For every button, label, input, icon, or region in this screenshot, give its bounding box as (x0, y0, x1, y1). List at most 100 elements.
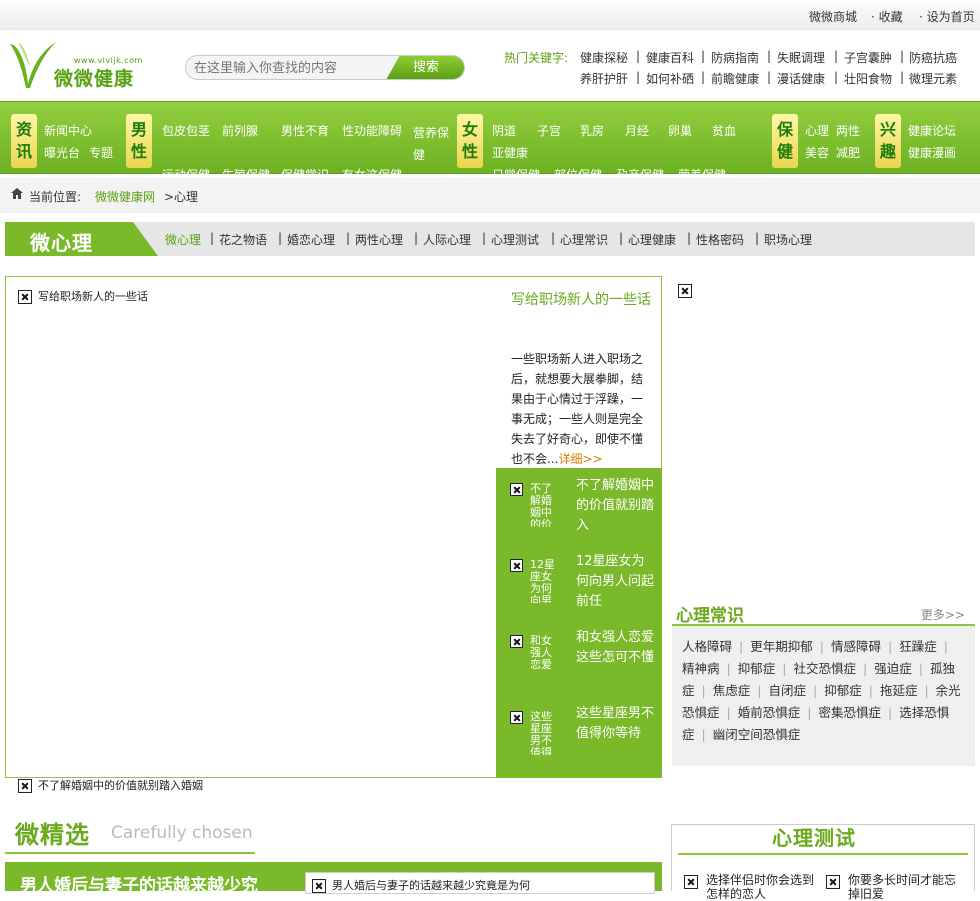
nav-link[interactable]: 生殖保健 (222, 166, 270, 175)
nav-link[interactable]: 孕产保健 (616, 166, 664, 175)
hot-keyword[interactable]: 子宫囊肿 (844, 49, 892, 66)
nav-category-interest[interactable]: 兴趣 (875, 114, 901, 168)
sub-nav-item[interactable]: 两性心理 (355, 231, 403, 248)
hot-keyword[interactable]: 健康百科 (646, 49, 694, 66)
nav-link[interactable]: 健康论坛 (908, 122, 956, 139)
nav-link[interactable]: 营养保健 (413, 122, 449, 166)
psych-tag[interactable]: 情感障碍 (831, 639, 881, 654)
nav-link[interactable]: 减肥 (836, 144, 860, 161)
nav-category-male[interactable]: 男性 (126, 114, 152, 168)
psych-tag[interactable]: 幽闭空间恐惧症 (713, 727, 801, 742)
list-item-thumbnail: 12星座女为何向男 (510, 559, 554, 603)
psych-test-item-text: 你要多长时间才能忘掉旧爱 (848, 873, 957, 901)
nav-link[interactable]: 心理 (805, 122, 829, 139)
psych-tag[interactable]: 婚前恐惧症 (738, 705, 801, 720)
nav-link[interactable]: 新闻中心 (44, 122, 92, 139)
psych-test-item-text: 选择伴侣时你会选到怎样的恋人 (706, 873, 815, 901)
nav-link[interactable]: 有女这保健 (342, 166, 402, 175)
hot-keyword[interactable]: 防病指南 (711, 49, 759, 66)
breadcrumb-site-link[interactable]: 微微健康网 (95, 188, 155, 205)
sub-nav-item[interactable]: 婚恋心理 (287, 231, 335, 248)
nav-link[interactable]: 曝光台 (44, 144, 80, 161)
list-item-title: 和女强人恋爱 这些怎可不懂 (576, 630, 655, 665)
feature-title[interactable]: 写给职场新人的一些话 (511, 290, 651, 311)
headline-title[interactable]: 男人婚后与妻子的话越来越少究 (20, 871, 258, 896)
nav-link[interactable]: 性功能障碍 (342, 122, 402, 139)
nav-category-health[interactable]: 保健 (772, 114, 798, 168)
psych-tag[interactable]: 更年期抑郁 (750, 639, 813, 654)
mall-link[interactable]: 微微商城 (809, 8, 857, 25)
feature-panel: 写给职场新人的一些话 写给职场新人的一些话 一些职场新人进入职场之后，就想要大展… (5, 276, 662, 778)
nav-link[interactable]: 保健常识 (281, 166, 329, 175)
list-item-thumbnail: 和女强人恋爱 (510, 635, 554, 679)
feature-more-link[interactable]: 详细>> (558, 452, 602, 466)
nav-link[interactable]: 前列腺 (222, 122, 258, 139)
nav-link[interactable]: 亚健康 (492, 144, 528, 161)
nav-link[interactable]: 卵巢 (668, 122, 692, 139)
sub-nav-item[interactable]: 职场心理 (764, 231, 812, 248)
psych-tag[interactable]: 密集恐惧症 (818, 705, 881, 720)
hot-keyword[interactable]: 漫话健康 (777, 70, 825, 87)
nav-link[interactable]: 运动保健 (162, 166, 210, 175)
hot-keyword[interactable]: 健康探秘 (580, 49, 628, 66)
nav-category-female[interactable]: 女性 (457, 114, 483, 168)
list-item[interactable]: 不了解婚姻中的价值 不了解婚姻中的价值就别踏入 (510, 468, 660, 544)
psych-more-link[interactable]: 更多>> (921, 606, 965, 623)
nav-link[interactable]: 专题 (89, 144, 113, 161)
nav-link[interactable]: 子宫 (537, 122, 561, 139)
sub-nav-item[interactable]: 花之物语 (219, 231, 267, 248)
feature-image[interactable]: 写给职场新人的一些话 (18, 288, 148, 304)
hot-keyword[interactable]: 养肝护肝 (580, 70, 628, 87)
sub-nav-item[interactable]: 人际心理 (423, 231, 471, 248)
list-item-title: 12星座女为何向男人问起前任 (576, 554, 655, 609)
psych-tag[interactable]: 抑郁症 (824, 683, 862, 698)
hot-keyword[interactable]: 前瞻健康 (711, 70, 759, 87)
psych-tag[interactable]: 狂躁症 (899, 639, 937, 654)
nav-link[interactable]: 两性 (836, 122, 860, 139)
psych-tag[interactable]: 抑郁症 (738, 661, 776, 676)
list-item[interactable]: 这些星座男不值得 这些星座男不值得你等待 (510, 696, 660, 772)
broken-image-icon (826, 875, 840, 889)
nav-link[interactable]: 包皮包茎 (162, 122, 210, 139)
nav-link[interactable]: 日常保健 (492, 166, 540, 175)
nav-link[interactable]: 男性不育 (281, 122, 329, 139)
sub-nav-item[interactable]: 心理测试 (491, 231, 539, 248)
psych-tag[interactable]: 自闭症 (768, 683, 806, 698)
psych-tag[interactable]: 人格障碍 (682, 639, 732, 654)
nav-link[interactable]: 月经 (625, 122, 649, 139)
psych-tag[interactable]: 焦虑症 (713, 683, 751, 698)
ad-image[interactable] (678, 283, 692, 298)
psych-tag[interactable]: 社交恐惧症 (793, 661, 856, 676)
search-input[interactable] (194, 59, 384, 77)
hot-keyword[interactable]: 壮阳食物 (844, 70, 892, 87)
nav-link[interactable]: 部位保健 (554, 166, 602, 175)
hot-keyword[interactable]: 防癌抗癌 (909, 49, 957, 66)
sub-nav-item[interactable]: 心理健康 (628, 231, 676, 248)
list-item[interactable]: 12星座女为何向男 12星座女为何向男人问起前任 (510, 544, 660, 620)
sub-nav-item[interactable]: 微心理 (165, 231, 201, 248)
thumbnail-alt: 12星座女为何向男 (530, 559, 554, 603)
nav-link[interactable]: 美容 (805, 144, 829, 161)
secondary-image[interactable]: 不了解婚姻中的价值就别踏入婚姻 (18, 777, 203, 793)
nav-category-news[interactable]: 资讯 (11, 114, 37, 168)
list-item[interactable]: 和女强人恋爱 和女强人恋爱 这些怎可不懂 (510, 620, 660, 696)
psych-tag[interactable]: 精神病 (682, 661, 720, 676)
set-homepage-link[interactable]: · 设为首页 (919, 8, 975, 25)
sub-nav-item[interactable]: 性格密码 (696, 231, 744, 248)
nav-link[interactable]: 贫血 (712, 122, 736, 139)
nav-link[interactable]: 营养保健 (678, 166, 726, 175)
psych-tag[interactable]: 强迫症 (874, 661, 912, 676)
hot-keyword[interactable]: 微理元素 (909, 70, 957, 87)
hot-keyword[interactable]: 失眠调理 (777, 49, 825, 66)
nav-link[interactable]: 阴道 (492, 122, 516, 139)
headline-image-alt: 男人婚后与妻子的话越来越少究竟是为何 (332, 879, 530, 892)
sub-nav-item[interactable]: 心理常识 (560, 231, 608, 248)
psych-tag[interactable]: 拖延症 (880, 683, 918, 698)
search-button[interactable]: 搜索 (386, 56, 464, 79)
favorite-link[interactable]: · 收藏 (871, 8, 903, 25)
breadcrumb-current: >心理 (164, 190, 199, 204)
hot-keyword[interactable]: 如何补硒 (646, 70, 694, 87)
site-logo[interactable]: www.vlvljk.com 微微健康 (8, 38, 148, 92)
nav-link[interactable]: 健康漫画 (908, 144, 956, 161)
nav-link[interactable]: 乳房 (580, 122, 604, 139)
